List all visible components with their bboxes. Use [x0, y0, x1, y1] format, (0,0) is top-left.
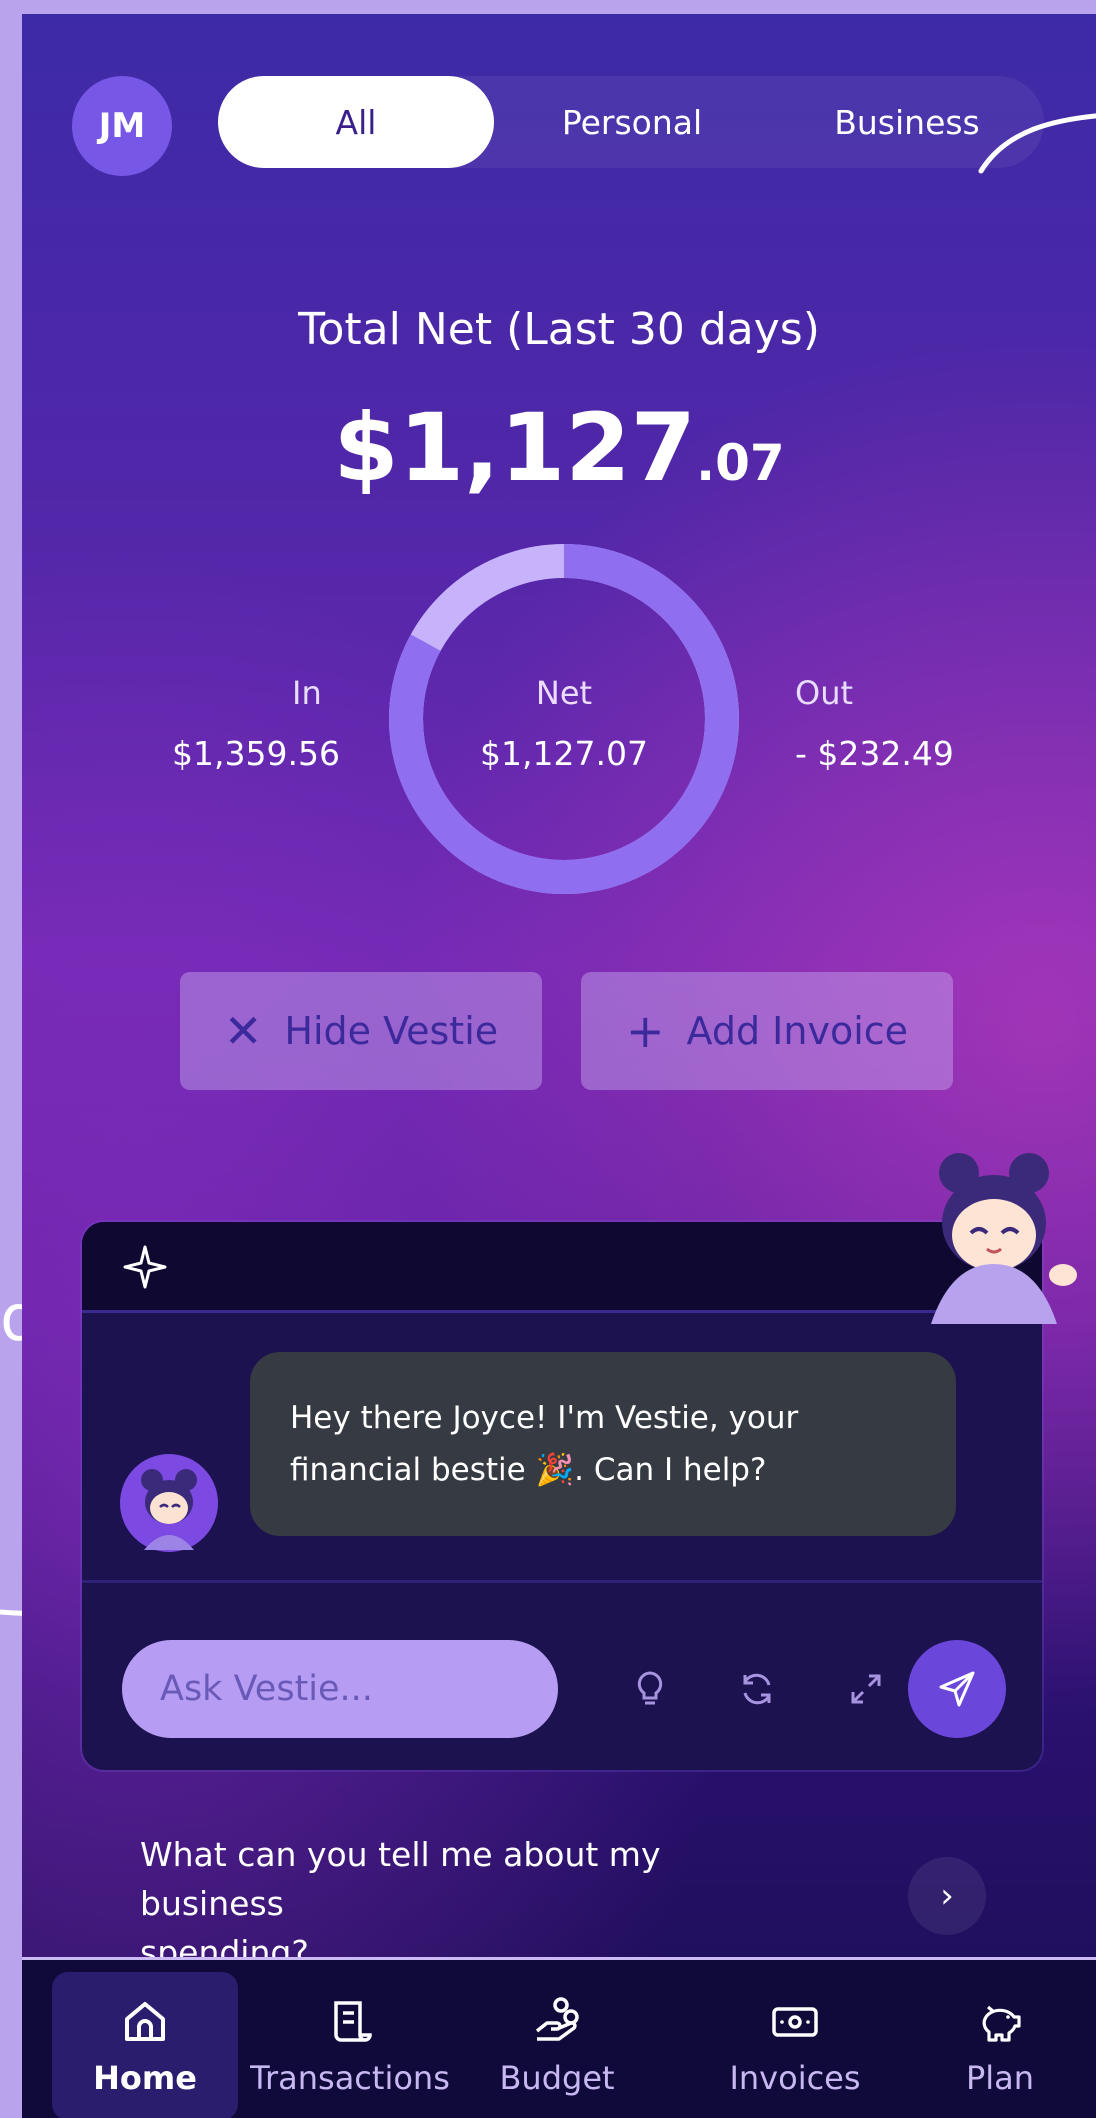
net-donut-chart — [389, 544, 739, 894]
vestie-mascot-illustration — [931, 1153, 1077, 1324]
add-invoice-button[interactable]: + Add Invoice — [581, 972, 953, 1090]
out-value: - $232.49 — [795, 734, 954, 773]
nav-item-invoices[interactable]: Invoices — [702, 1972, 888, 2118]
banknote-icon — [772, 2007, 818, 2037]
chat-header — [82, 1222, 1042, 1313]
nav-label: Invoices — [729, 2059, 861, 2097]
suggested-question[interactable]: What can you tell me about my business s… — [140, 1830, 780, 1977]
bottom-nav: Home Transactions Budget Invoices Plan — [22, 1960, 1096, 2118]
total-net-whole: $1,127 — [333, 394, 697, 503]
home-icon — [125, 2002, 165, 2041]
account-filter-tabs: All Personal Business — [218, 76, 1044, 168]
nav-item-home[interactable]: Home — [52, 1972, 238, 2118]
nav-label: Home — [93, 2059, 197, 2097]
hide-vestie-button[interactable]: ✕ Hide Vestie — [180, 972, 542, 1090]
nav-label: Budget — [499, 2059, 615, 2097]
vestie-chat-panel: Hey there Joyce! I'm Vestie, your financ… — [82, 1222, 1042, 1770]
vestie-avatar — [120, 1454, 218, 1552]
in-value: $1,359.56 — [172, 734, 340, 773]
tab-personal[interactable]: Personal — [494, 76, 770, 168]
total-net-cents: .07 — [696, 434, 785, 492]
message-line: financial bestie 🎉. Can I help? — [290, 1452, 767, 1488]
expand-icon[interactable] — [845, 1668, 887, 1710]
close-icon: ✕ — [223, 1004, 263, 1058]
nav-item-plan[interactable]: Plan — [926, 1972, 1074, 2118]
hand-coins-icon — [535, 1997, 579, 2041]
receipt-icon — [334, 2001, 372, 2042]
suggestion-line: What can you tell me about my business — [140, 1835, 661, 1923]
in-label: In — [292, 674, 322, 712]
phone-screen: JM All Personal Business Total Net (Last… — [22, 14, 1096, 2118]
vestie-message-bubble: Hey there Joyce! I'm Vestie, your financ… — [250, 1352, 956, 1536]
chevron-right-icon[interactable]: › — [908, 1857, 986, 1935]
chat-divider — [82, 1580, 1042, 1583]
lightbulb-icon[interactable] — [629, 1668, 671, 1710]
total-net-title: Total Net (Last 30 days) — [298, 304, 820, 355]
refresh-icon[interactable] — [736, 1668, 778, 1710]
message-line: Hey there Joyce! I'm Vestie, your — [290, 1400, 799, 1436]
tab-business[interactable]: Business — [770, 76, 1044, 168]
net-label: Net — [535, 674, 593, 712]
plus-icon: + — [625, 1004, 665, 1058]
send-icon — [939, 1671, 975, 1707]
sparkle-icon — [123, 1245, 167, 1289]
nav-label: Transactions — [250, 2059, 450, 2097]
nav-item-budget[interactable]: Budget — [482, 1972, 632, 2118]
total-net-value: $1,127.07 — [22, 394, 1096, 503]
avatar[interactable]: JM — [72, 76, 172, 176]
nav-label: Plan — [965, 2059, 1035, 2097]
piggy-bank-icon — [982, 2005, 1021, 2042]
send-button[interactable] — [908, 1640, 1006, 1738]
nav-item-transactions[interactable]: Transactions — [246, 1972, 454, 2118]
hide-vestie-label: Hide Vestie — [284, 1009, 499, 1053]
out-label: Out — [795, 674, 854, 712]
net-value: $1,127.07 — [480, 734, 648, 773]
tab-all[interactable]: All — [218, 76, 494, 168]
ask-vestie-input[interactable] — [122, 1640, 558, 1738]
add-invoice-label: Add Invoice — [686, 1009, 909, 1053]
